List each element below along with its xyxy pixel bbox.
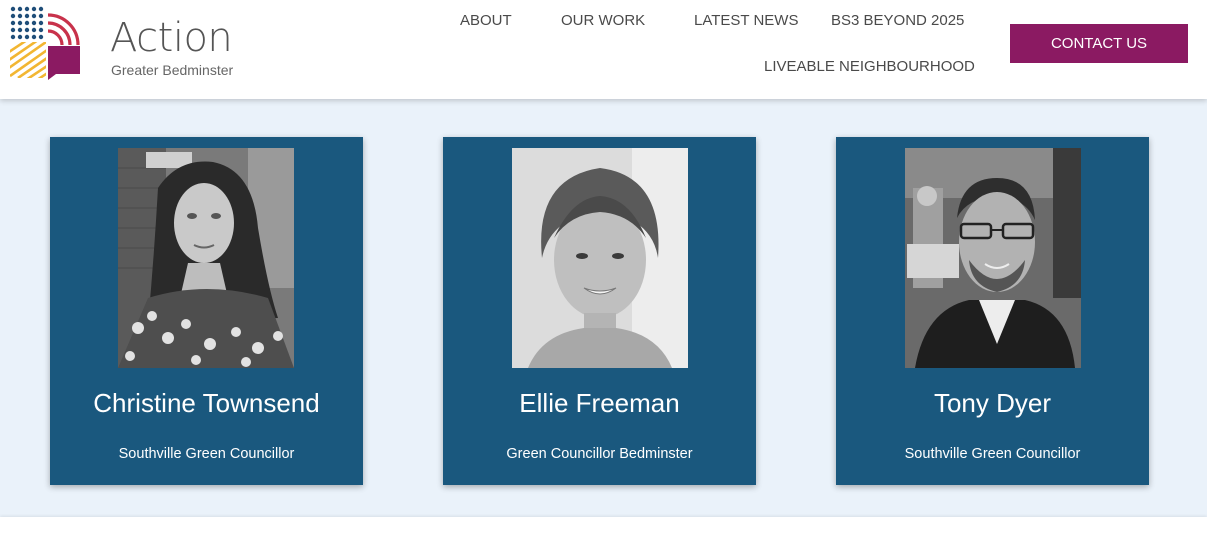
- logo-title: Action: [110, 15, 233, 61]
- portrait-photo-image: [118, 148, 294, 368]
- councillor-card: Ellie Freeman Green Councillor Bedminste…: [443, 137, 756, 485]
- nav-item-about[interactable]: ABOUT: [460, 12, 512, 30]
- nav-item-bs3-beyond-2025[interactable]: BS3 BEYOND 2025: [831, 12, 964, 30]
- councillor-card: Christine Townsend Southville Green Coun…: [50, 137, 363, 485]
- councillor-card: Tony Dyer Southville Green Councillor: [836, 137, 1149, 485]
- site-logo-link[interactable]: Action Greater Bedminster: [10, 6, 250, 86]
- councillor-name: Ellie Freeman: [519, 388, 680, 418]
- page-bottom-strip: [0, 517, 1207, 534]
- councillor-role: Southville Green Councillor: [904, 446, 1081, 462]
- nav-item-liveable-neighbourhood[interactable]: LIVEABLE NEIGHBOURHOOD: [764, 58, 975, 76]
- councillor-name: Christine Townsend: [93, 388, 320, 418]
- portrait-photo: [512, 148, 688, 368]
- councillor-role: Green Councillor Bedminster: [506, 446, 693, 462]
- action-greater-bedminster-logo-icon: [10, 6, 80, 80]
- councillor-name: Tony Dyer: [933, 388, 1052, 418]
- councillor-role: Southville Green Councillor: [118, 446, 295, 462]
- nav-item-our-work[interactable]: OUR WORK: [561, 12, 645, 30]
- portrait-photo: [905, 148, 1081, 368]
- contact-us-button[interactable]: CONTACT US: [1010, 24, 1188, 63]
- nav-item-latest-news[interactable]: LATEST NEWS: [694, 12, 798, 30]
- portrait-photo-image: [512, 148, 688, 368]
- councillors-section: Christine Townsend Southville Green Coun…: [0, 99, 1207, 517]
- logo-subtitle: Greater Bedminster: [111, 62, 234, 78]
- portrait-photo: [118, 148, 294, 368]
- site-header: Action Greater Bedminster ABOUT OUR WORK…: [0, 0, 1207, 99]
- portrait-photo-image: [905, 148, 1081, 368]
